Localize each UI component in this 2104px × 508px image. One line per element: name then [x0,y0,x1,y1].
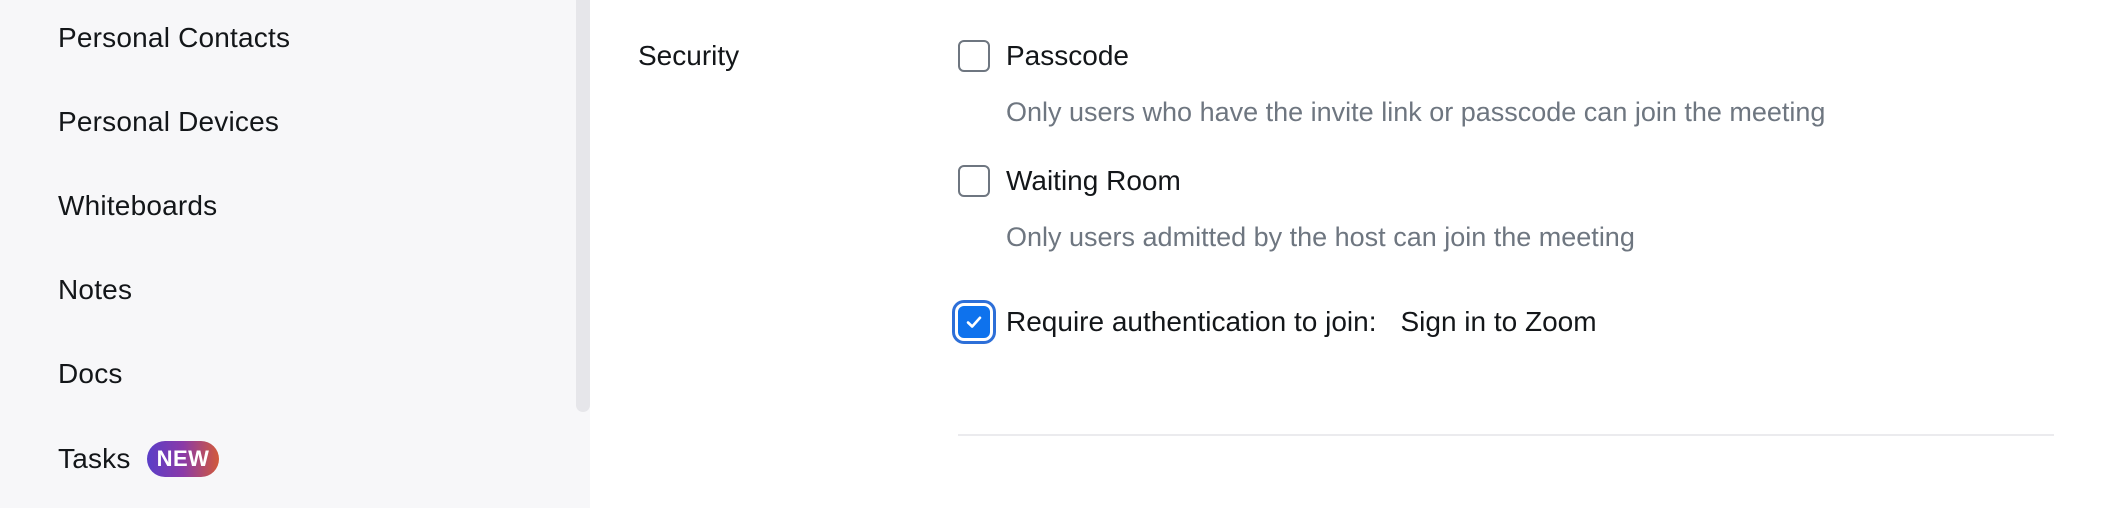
sidebar-item-label: Whiteboards [58,190,218,221]
check-icon [966,316,982,328]
sidebar: Personal Contacts Personal Devices White… [0,0,590,508]
require-authentication-checkbox[interactable] [958,306,990,338]
sidebar-item-label: Tasks [58,443,131,474]
settings-app: Personal Contacts Personal Devices White… [0,0,2104,508]
sidebar-item-whiteboards[interactable]: Whiteboards [58,176,217,236]
passcode-option[interactable]: Passcode [958,40,1129,72]
sidebar-item-tasks[interactable]: Tasks NEW [58,429,220,489]
require-authentication-label: Require authentication to join: [1006,306,1377,337]
waiting-room-checkbox[interactable] [958,165,990,197]
sidebar-item-label: Docs [58,358,123,389]
security-section-label: Security [638,40,740,71]
waiting-room-label: Waiting Room [1006,165,1181,196]
new-badge: NEW [146,441,220,477]
sidebar-item-label: Personal Contacts [58,22,291,53]
sidebar-item-label: Notes [58,274,133,305]
waiting-room-option[interactable]: Waiting Room [958,165,1181,197]
sidebar-scrollbar[interactable] [576,0,590,412]
passcode-description: Only users who have the invite link or p… [1006,97,1826,127]
main-content: Security Passcode Only users who have th… [590,0,2104,508]
sidebar-item-label: Personal Devices [58,106,280,137]
waiting-room-description: Only users admitted by the host can join… [1006,222,1635,252]
sidebar-item-notes[interactable]: Notes [58,260,132,320]
passcode-checkbox[interactable] [958,40,990,72]
sidebar-item-docs[interactable]: Docs [58,344,123,404]
sidebar-item-personal-contacts[interactable]: Personal Contacts [58,8,290,68]
require-authentication-option[interactable]: Require authentication to join: Sign in … [958,306,1597,338]
section-divider [958,434,2054,436]
passcode-label: Passcode [1006,40,1129,71]
sidebar-item-personal-devices[interactable]: Personal Devices [58,92,279,152]
authentication-method-value[interactable]: Sign in to Zoom [1400,306,1596,338]
